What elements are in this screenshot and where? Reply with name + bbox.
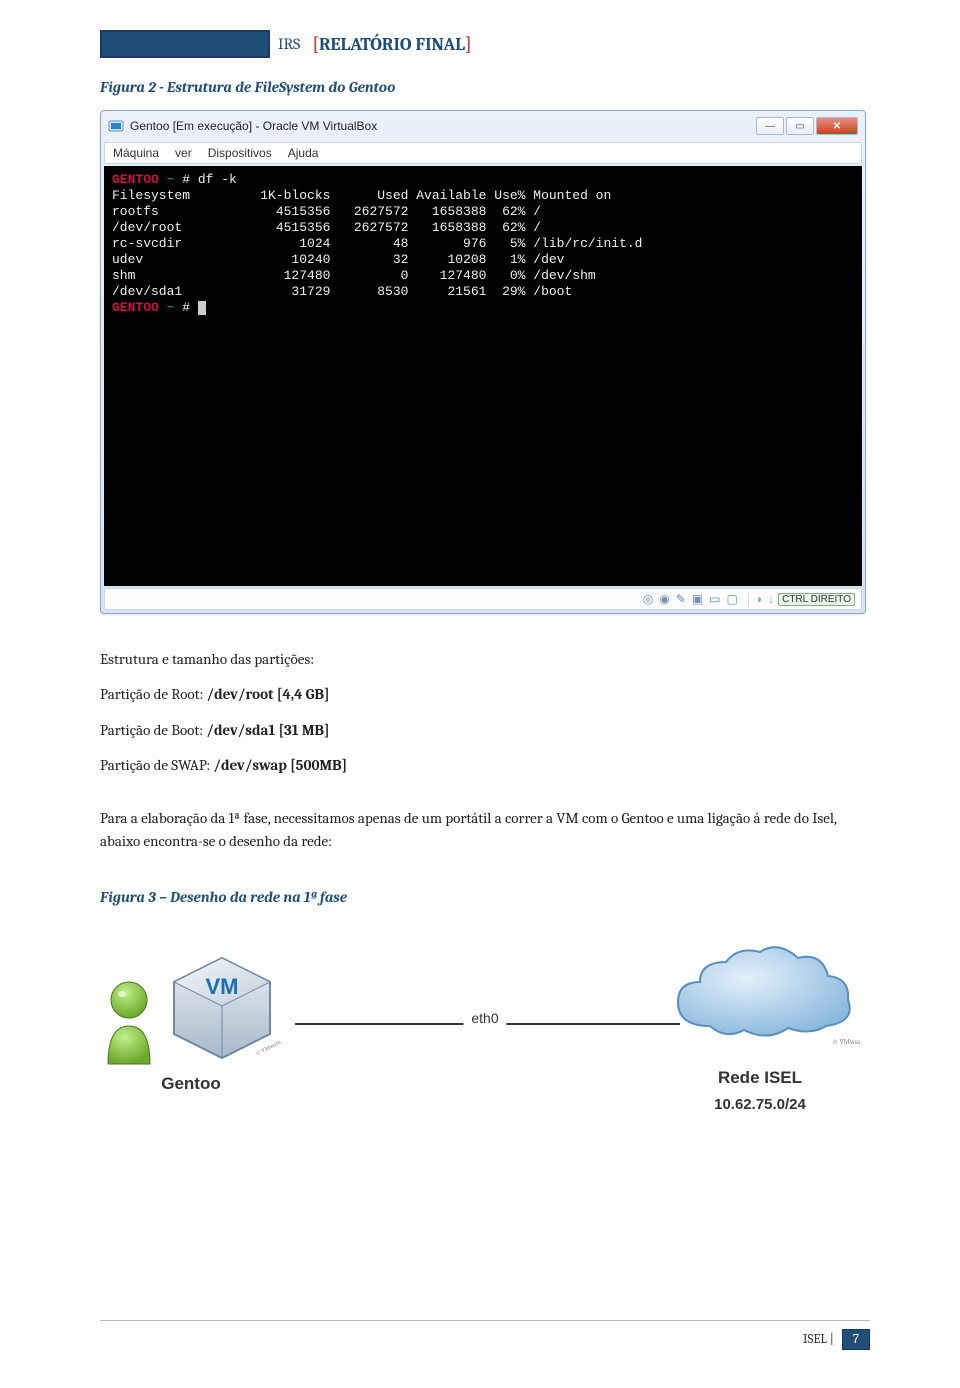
usb-icon: ✎ — [676, 592, 686, 606]
window-title: Gentoo [Em execução] - Oracle VM Virtual… — [130, 119, 756, 133]
virtualbox-window: Gentoo [Em execução] - Oracle VM Virtual… — [100, 110, 866, 614]
host-key-label: CTRL DIREITO — [778, 593, 855, 606]
user-icon — [100, 978, 158, 1066]
cloud-ip-label: 10.62.75.0/24 — [650, 1096, 870, 1113]
shared-folder-icon: ▭ — [709, 592, 720, 606]
footer-label: ISEL | — [803, 1332, 834, 1347]
virtualbox-icon — [108, 118, 124, 134]
partition-root: Partição de Root: /dev/root [4,4 GB] — [100, 683, 870, 706]
display-icon: ▢ — [727, 592, 738, 606]
cloud-node: © VMware, Inc. Rede ISEL 10.62.75.0/24 — [650, 936, 870, 1113]
svg-text:VM: VM — [206, 974, 239, 999]
body-text: Estrutura e tamanho das partições: Parti… — [100, 648, 870, 854]
menu-item-maquina[interactable]: Máquina — [113, 146, 159, 160]
window-statusbar: ◎ ◉ ✎ ▣ ▭ ▢ ◑ ↓ CTRL DIREITO — [104, 588, 862, 610]
svg-text:© VMware, Inc.: © VMware, Inc. — [832, 1038, 860, 1046]
menu-item-ver[interactable]: ver — [175, 146, 192, 160]
partition-swap: Partição de SWAP: /dev/swap [500MB] — [100, 754, 870, 777]
close-button[interactable]: ✕ — [816, 117, 858, 135]
header-title-text: RELATÓRIO FINAL — [319, 34, 465, 55]
mouse-integration-icon: ◑ — [755, 592, 762, 606]
header-blue-box — [100, 30, 270, 58]
figure-2-caption: Figura 2 - Estrutura de FileSystem do Ge… — [100, 78, 870, 96]
host-key-icon: ↓ — [768, 592, 774, 606]
network-diagram: eth0 — [100, 926, 870, 1156]
cd-icon: ◉ — [659, 592, 669, 606]
eth0-label: eth0 — [463, 1010, 506, 1026]
terminal-output[interactable]: GENTOO ~ # df -kFilesystem 1K-blocks Use… — [104, 166, 862, 586]
figure-3-caption: Figura 3 – Desenho da rede na 1ª fase — [100, 888, 870, 906]
menu-item-ajuda[interactable]: Ajuda — [288, 146, 319, 160]
header-title: [RELATÓRIO FINAL] — [308, 30, 475, 58]
cloud-icon: © VMware, Inc. — [660, 936, 860, 1056]
window-titlebar[interactable]: Gentoo [Em execução] - Oracle VM Virtual… — [102, 112, 864, 140]
gentoo-label: Gentoo — [100, 1074, 282, 1094]
header-irs-label: IRS — [270, 30, 308, 58]
disk-icon: ◎ — [643, 592, 653, 606]
page-number: 7 — [842, 1329, 870, 1350]
network-icon: ▣ — [692, 592, 703, 606]
page-footer: ISEL | 7 — [100, 1320, 870, 1350]
window-menubar: Máquina ver Dispositivos Ajuda — [104, 142, 862, 164]
maximize-button[interactable]: ▭ — [786, 117, 814, 135]
partition-boot: Partição de Boot: /dev/sda1 [31 MB] — [100, 719, 870, 742]
partitions-intro: Estrutura e tamanho das partições: — [100, 648, 870, 671]
vm-box-icon: VM © VMware, Inc. — [162, 946, 282, 1066]
paragraph-phase1: Para a elaboração da 1ª fase, necessitam… — [100, 807, 870, 854]
menu-item-dispositivos[interactable]: Dispositivos — [208, 146, 272, 160]
cloud-name-label: Rede ISEL — [650, 1068, 870, 1088]
gentoo-node: VM © VMware, Inc. Gentoo — [100, 946, 282, 1094]
document-header: IRS [RELATÓRIO FINAL] — [100, 30, 870, 58]
minimize-button[interactable]: — — [756, 117, 784, 135]
